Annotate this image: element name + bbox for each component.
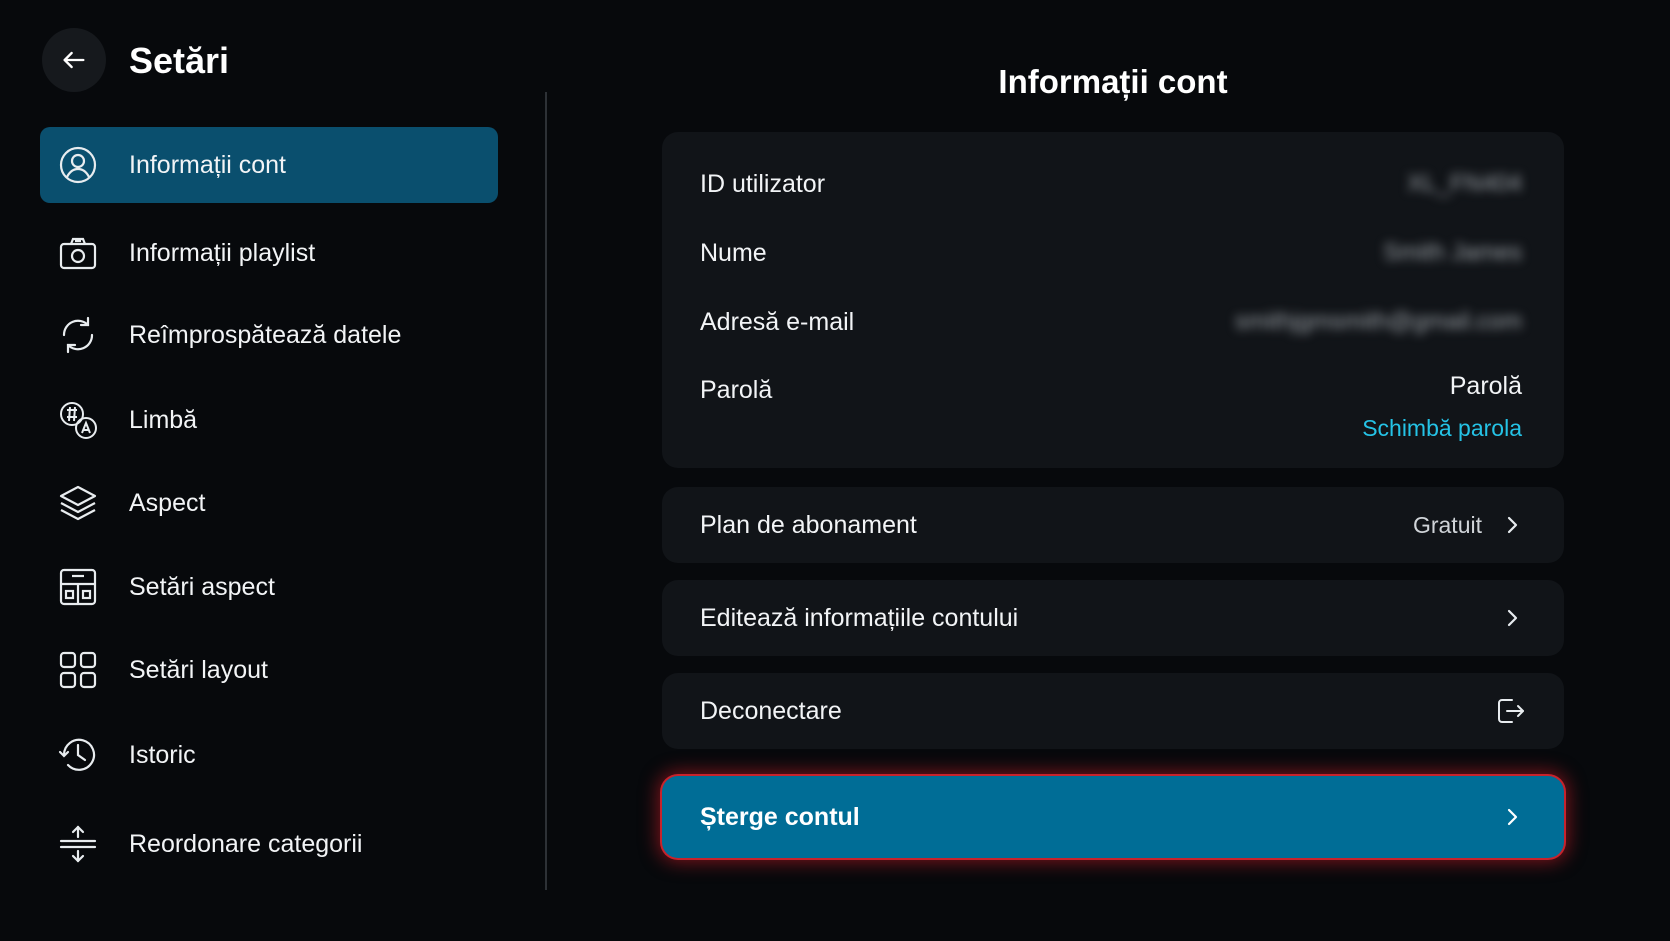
password-value: Parolă — [1449, 372, 1522, 400]
edit-account-label: Editează informațiile contului — [700, 603, 1019, 632]
sidebar-item-history[interactable]: Istoric — [40, 717, 498, 793]
sidebar-item-label: Aspect — [129, 488, 206, 517]
sidebar-divider — [545, 92, 547, 890]
layers-icon — [58, 483, 98, 523]
user-id-value: XL_FN404 — [1407, 170, 1522, 197]
chevron-right-icon — [1507, 808, 1518, 826]
user-id-row: ID utilizator XL_FN404 — [700, 170, 1522, 210]
user-circle-icon — [58, 145, 98, 185]
password-label: Parolă — [700, 376, 773, 404]
settings-screen: Setări Informații cont Informații playli… — [0, 0, 1670, 941]
chevron-right-icon — [1507, 609, 1518, 627]
subscription-plan-row[interactable]: Plan de abonament Gratuit — [662, 487, 1564, 563]
refresh-icon — [58, 315, 98, 355]
email-value: smithjgmsmith@gmail.com — [1234, 308, 1522, 335]
grid-icon — [58, 650, 98, 690]
subscription-plan-label: Plan de abonament — [700, 510, 917, 539]
sidebar-item-label: Reîmprospătează datele — [129, 320, 402, 349]
account-info-card: ID utilizator XL_FN404 Nume Smith James … — [662, 132, 1564, 468]
email-row: Adresă e-mail smithjgmsmith@gmail.com — [700, 308, 1522, 348]
logout-row[interactable]: Deconectare — [662, 673, 1564, 749]
sidebar-item-playlist-info[interactable]: Informații playlist — [40, 215, 498, 291]
sidebar-item-label: Istoric — [129, 740, 196, 769]
section-title: Informații cont — [998, 63, 1228, 100]
sidebar-item-label: Informații cont — [129, 150, 287, 179]
arrow-left-icon — [63, 51, 85, 69]
sidebar-item-label: Informații playlist — [129, 238, 316, 267]
sidebar-item-appearance[interactable]: Aspect — [40, 465, 498, 541]
history-icon — [58, 735, 98, 775]
password-row: Parolă — [700, 376, 1522, 416]
sidebar-item-label: Reordonare categorii — [129, 829, 363, 858]
sidebar-item-appearance-settings[interactable]: Setări aspect — [40, 549, 498, 625]
logout-icon — [1498, 699, 1524, 723]
name-label: Nume — [700, 239, 767, 267]
sidebar-item-account-info[interactable]: Informații cont — [40, 127, 498, 203]
sidebar-item-language[interactable]: Limbă — [40, 382, 498, 458]
delete-account-button[interactable]: Șterge contul — [662, 776, 1564, 858]
camera-icon — [58, 233, 98, 273]
language-icon — [58, 400, 98, 440]
layout-settings-icon — [58, 567, 98, 607]
name-value: Smith James — [1383, 239, 1522, 266]
sidebar-item-layout-settings[interactable]: Setări layout — [40, 632, 498, 708]
back-button[interactable] — [42, 28, 106, 92]
user-id-label: ID utilizator — [700, 170, 826, 198]
email-label: Adresă e-mail — [700, 308, 855, 336]
subscription-plan-value: Gratuit — [1412, 511, 1482, 538]
page-title: Setări — [129, 40, 230, 81]
sidebar-item-label: Setări layout — [129, 655, 268, 684]
change-password-link[interactable]: Schimbă parola — [1362, 415, 1522, 442]
edit-account-row[interactable]: Editează informațiile contului — [662, 580, 1564, 656]
sidebar-item-reorder-categories[interactable]: Reordonare categorii — [40, 806, 498, 882]
sidebar-item-refresh-data[interactable]: Reîmprospătează datele — [40, 297, 498, 373]
sidebar-item-label: Limbă — [129, 405, 198, 434]
reorder-icon — [58, 824, 98, 864]
logout-label: Deconectare — [700, 696, 842, 725]
sidebar-item-label: Setări aspect — [129, 572, 275, 601]
name-row: Nume Smith James — [700, 239, 1522, 279]
delete-account-label: Șterge contul — [700, 802, 860, 831]
chevron-right-icon — [1507, 516, 1518, 534]
